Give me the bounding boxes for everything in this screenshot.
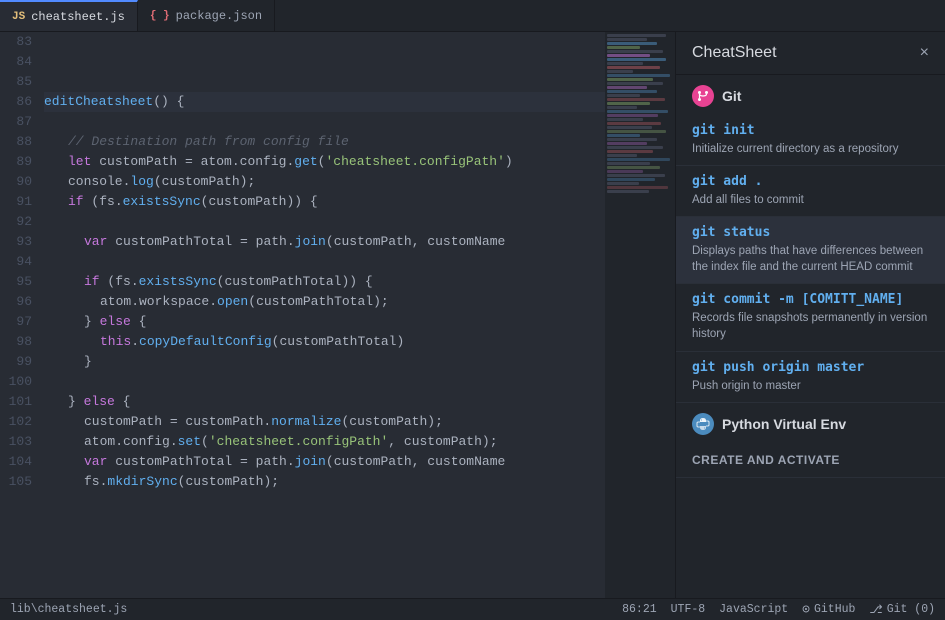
code-line <box>44 32 605 52</box>
code-line: atom.config.set('cheatsheet.configPath',… <box>44 432 605 452</box>
code-line: let customPath = atom.config.get('cheats… <box>44 152 605 172</box>
cheat-item-git-add[interactable]: git add . Add all files to commit <box>676 166 945 217</box>
cheat-command: git push origin master <box>692 360 929 375</box>
code-line <box>44 212 605 232</box>
editor-area[interactable]: 83 84 85 86 87 88 89 90 91 92 93 94 95 9… <box>0 32 605 598</box>
git-section-title: Git <box>722 88 741 104</box>
minimap-content <box>605 32 675 196</box>
tab-label-package: package.json <box>176 9 262 23</box>
tab-label-cheatsheet: cheatsheet.js <box>31 10 125 24</box>
python-icon <box>692 413 714 435</box>
code-line <box>44 52 605 72</box>
status-left: lib\cheatsheet.js <box>10 603 127 616</box>
cheat-desc: Records file snapshots permanently in ve… <box>692 310 929 342</box>
code-line: if (fs.existsSync(customPath)) { <box>44 192 605 212</box>
status-right: 86:21 UTF-8 JavaScript ⊙ GitHub ⎇ Git (0… <box>622 602 935 617</box>
cheat-item-git-commit[interactable]: git commit -m [COMITT_NAME] Records file… <box>676 284 945 351</box>
cursor-position[interactable]: 86:21 <box>622 603 657 616</box>
code-line <box>44 72 605 92</box>
cheat-item-git-status[interactable]: git status Displays paths that have diff… <box>676 217 945 284</box>
cheatsheet-panel: CheatSheet × Git git init Initialize cur… <box>675 32 945 598</box>
cheat-item-git-push[interactable]: git push origin master Push origin to ma… <box>676 352 945 403</box>
code-line: console.log(customPath); <box>44 172 605 192</box>
code-line: fs.mkdirSync(customPath); <box>44 472 605 492</box>
github-label: GitHub <box>814 603 855 616</box>
line-numbers: 83 84 85 86 87 88 89 90 91 92 93 94 95 9… <box>0 32 40 598</box>
code-line: editCheatsheet() { <box>44 92 605 112</box>
cheat-desc: Displays paths that have differences bet… <box>692 243 929 275</box>
git-branch-icon: ⎇ <box>869 602 882 617</box>
create-activate-label: CREATE AND ACTIVATE <box>676 443 945 478</box>
code-line: customPath = customPath.normalize(custom… <box>44 412 605 432</box>
code-line <box>44 112 605 132</box>
cheatsheet-header: CheatSheet × <box>676 32 945 75</box>
json-file-icon: { } <box>150 10 170 22</box>
js-file-icon: JS <box>12 11 25 23</box>
code-line <box>44 372 605 392</box>
code-line: var customPathTotal = path.join(customPa… <box>44 232 605 252</box>
code-line: var customPathTotal = path.join(customPa… <box>44 452 605 472</box>
language[interactable]: JavaScript <box>719 603 788 616</box>
cheatsheet-title: CheatSheet <box>692 44 777 62</box>
code-line: atom.workspace.open(customPathTotal); <box>44 292 605 312</box>
cheat-desc: Add all files to commit <box>692 192 929 208</box>
close-button[interactable]: × <box>920 45 929 61</box>
main-area: 83 84 85 86 87 88 89 90 91 92 93 94 95 9… <box>0 32 945 598</box>
code-line: // Destination path from config file <box>44 132 605 152</box>
python-section-title: Python Virtual Env <box>722 416 846 432</box>
tab-package-json[interactable]: { } package.json <box>138 0 275 31</box>
python-section-header: Python Virtual Env <box>676 403 945 443</box>
encoding[interactable]: UTF-8 <box>671 603 706 616</box>
github-status[interactable]: ⊙ GitHub <box>802 602 855 617</box>
cheat-command: git status <box>692 225 929 240</box>
cheat-command: git commit -m [COMITT_NAME] <box>692 292 929 307</box>
cheat-desc: Push origin to master <box>692 378 929 394</box>
minimap <box>605 32 675 598</box>
cheat-item-git-init[interactable]: git init Initialize current directory as… <box>676 115 945 166</box>
code-line: } else { <box>44 392 605 412</box>
code-content[interactable]: editCheatsheet() { // Destination path f… <box>40 32 605 598</box>
git-section-header: Git <box>676 75 945 115</box>
code-line: if (fs.existsSync(customPathTotal)) { <box>44 272 605 292</box>
git-status[interactable]: ⎇ Git (0) <box>869 602 935 617</box>
code-line: } <box>44 352 605 372</box>
tab-cheatsheet-js[interactable]: JS cheatsheet.js <box>0 0 138 31</box>
code-line: this.copyDefaultConfig(customPathTotal) <box>44 332 605 352</box>
cheat-command: git add . <box>692 174 929 189</box>
status-bar: lib\cheatsheet.js 86:21 UTF-8 JavaScript… <box>0 598 945 620</box>
code-line: } else { <box>44 312 605 332</box>
github-icon: ⊙ <box>802 602 810 617</box>
cheat-command: git init <box>692 123 929 138</box>
git-icon <box>692 85 714 107</box>
tab-bar: JS cheatsheet.js { } package.json <box>0 0 945 32</box>
git-label: Git (0) <box>887 603 935 616</box>
file-path: lib\cheatsheet.js <box>10 603 127 616</box>
cheat-desc: Initialize current directory as a reposi… <box>692 141 929 157</box>
code-line <box>44 252 605 272</box>
